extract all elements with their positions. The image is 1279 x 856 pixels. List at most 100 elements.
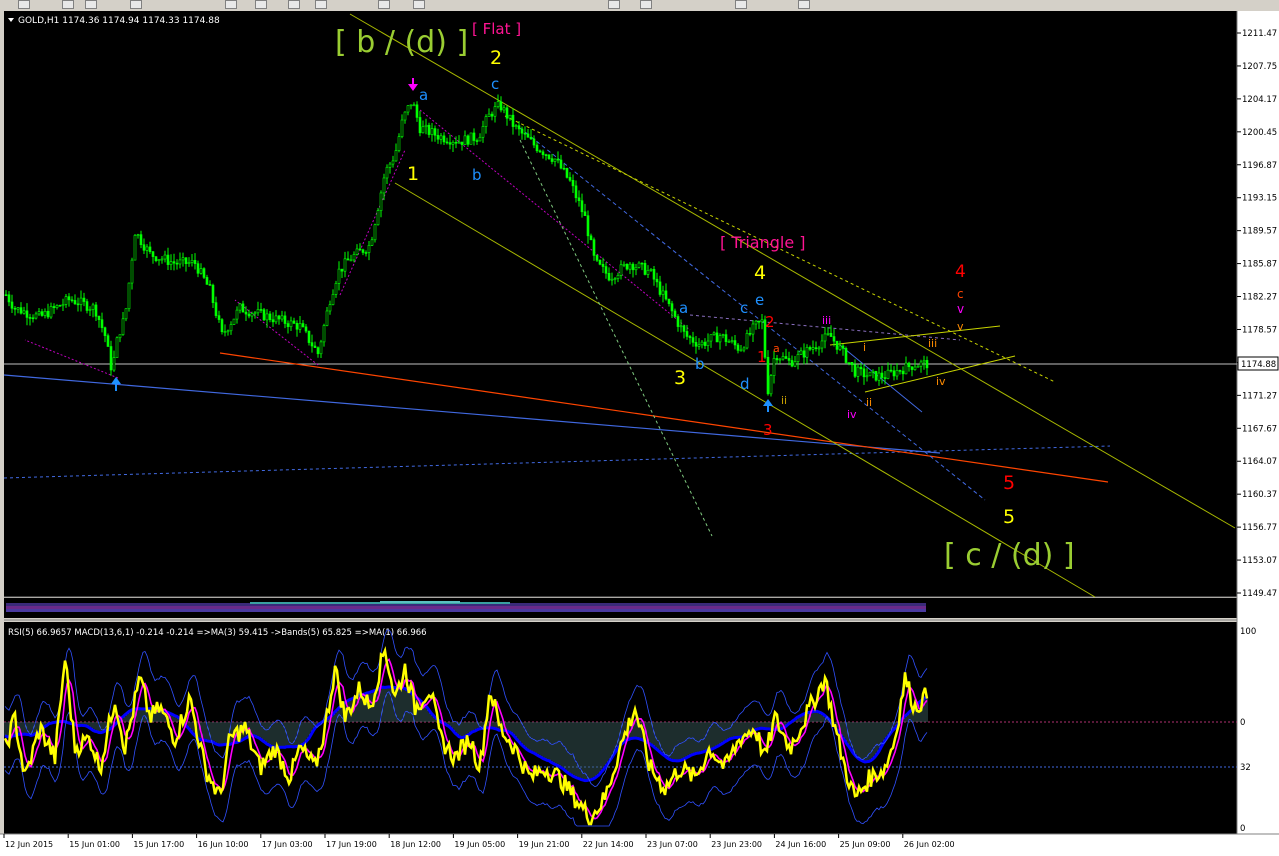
candle-body — [322, 325, 326, 343]
candle-body — [754, 320, 758, 325]
label-c-d: [ c / (d) ] — [944, 538, 1075, 573]
label-sub-iii: iii — [822, 314, 831, 327]
candle-body — [616, 275, 620, 279]
candle-body — [460, 141, 464, 145]
candle — [565, 167, 569, 179]
candle-body — [517, 125, 521, 130]
candle-body — [160, 258, 164, 261]
candle-body — [49, 306, 53, 318]
candle-body — [814, 347, 818, 349]
candle-body — [673, 310, 677, 317]
time-tick-label: 15 Jun 01:00 — [69, 840, 120, 849]
candle-body — [139, 234, 143, 246]
candle-body — [565, 167, 569, 178]
candle-body — [742, 347, 746, 351]
candle-body — [853, 364, 857, 377]
candle-body — [634, 267, 638, 271]
candle-body — [400, 119, 404, 137]
candle-body — [862, 368, 866, 378]
candle-body — [646, 270, 650, 275]
candle-body — [538, 150, 542, 153]
label-sub-iii2: iii — [928, 337, 937, 350]
time-tick-label: 12 Jun 2015 — [5, 840, 53, 849]
label-sub-ii: ii — [781, 394, 787, 407]
candle-body — [499, 101, 503, 111]
label-tri-d: d — [740, 375, 750, 393]
candle-body — [76, 303, 80, 306]
candle-body — [277, 315, 281, 320]
candle-body — [298, 323, 302, 330]
label-v-pink: v — [957, 302, 964, 316]
candle-body — [445, 141, 449, 144]
candle-body — [454, 141, 458, 144]
candle-body — [610, 278, 614, 281]
candle-body — [787, 358, 791, 361]
candle-body — [166, 254, 170, 265]
candle-body — [334, 283, 338, 295]
candle-body — [748, 333, 752, 335]
candle-body — [124, 308, 128, 320]
candle-body — [433, 128, 437, 136]
candle-body — [307, 330, 311, 343]
candle-body — [223, 331, 227, 333]
label-triangle: [ Triangle ] — [720, 233, 806, 252]
candle-body — [280, 315, 284, 320]
time-tick-label: 23 Jun 07:00 — [647, 840, 698, 849]
candle-body — [211, 284, 215, 303]
label-sub-ii2: ii — [866, 396, 872, 409]
candle-body — [442, 135, 446, 143]
candle-body — [808, 347, 812, 350]
candle-body — [478, 136, 482, 142]
candle-body — [772, 358, 776, 376]
candle-body — [100, 319, 104, 328]
chart-window: GOLD,H1 1174.36 1174.94 1174.33 1174.88 — [0, 9, 1279, 856]
candle-body — [604, 266, 608, 274]
candle-body — [46, 310, 50, 318]
candle-body — [664, 290, 668, 300]
label-wave-2: 2 — [490, 47, 502, 69]
main-chart-area[interactable] — [4, 11, 1237, 597]
candle-body — [424, 124, 428, 128]
label-sub-iv2: iv — [936, 375, 946, 388]
price-tick-label: 1156.77 — [1242, 523, 1277, 533]
candle-body — [70, 299, 74, 302]
candle-body — [820, 340, 824, 349]
candle-body — [268, 313, 272, 320]
candle-body — [250, 313, 254, 317]
candle-body — [703, 341, 707, 346]
candle-body — [661, 290, 665, 295]
candle-body — [658, 281, 662, 295]
candle-body — [82, 297, 86, 302]
candle-body — [829, 333, 833, 337]
candle-body — [823, 333, 827, 342]
candle-body — [382, 177, 386, 194]
candle-body — [310, 342, 314, 347]
candle-body — [391, 160, 395, 165]
candle-body — [436, 134, 440, 140]
candle-body — [34, 313, 38, 319]
candle-body — [457, 141, 461, 144]
label-wave-3-yellow: 3 — [674, 367, 686, 389]
price-tick-label: 1182.27 — [1242, 293, 1277, 303]
candle-body — [910, 366, 914, 370]
candle-body — [343, 258, 347, 272]
candle-body — [178, 259, 182, 265]
candle-body — [112, 357, 116, 371]
candle-body — [886, 369, 890, 379]
candle-body — [151, 251, 155, 257]
candle-body — [556, 158, 560, 161]
time-axis-bg — [0, 834, 1279, 856]
candle-body — [91, 304, 95, 310]
candle-body — [346, 258, 350, 261]
candle-body — [220, 319, 224, 333]
candle-body — [652, 269, 656, 280]
candle — [766, 350, 770, 396]
candle-body — [64, 296, 68, 305]
candle-body — [451, 141, 455, 145]
candle-body — [577, 197, 581, 202]
candle-body — [769, 375, 773, 395]
candle-body — [760, 319, 764, 323]
candle-body — [724, 334, 728, 342]
candle-body — [244, 311, 248, 315]
price-tick-label: 1207.75 — [1242, 62, 1277, 72]
